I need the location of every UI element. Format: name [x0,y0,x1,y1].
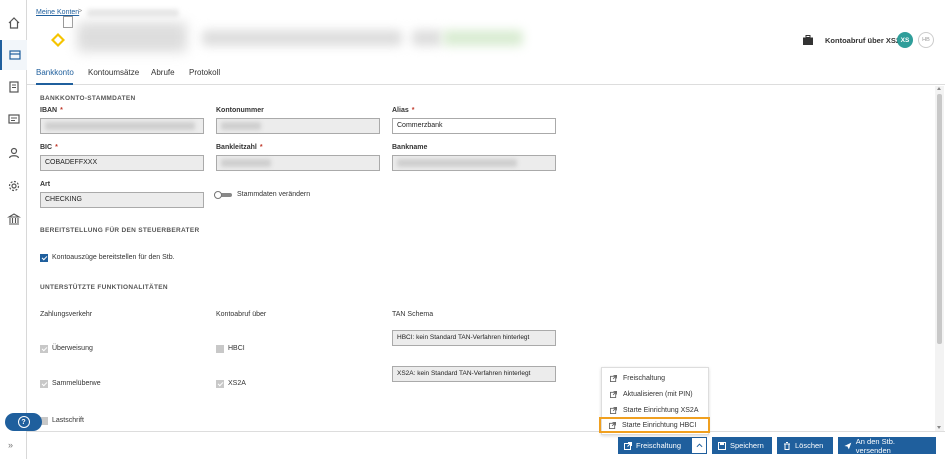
active-tab-indicator [36,83,73,85]
kontonummer-field [216,118,380,134]
kontonummer-label: Kontonummer [216,107,264,114]
tab-kontoumsaetze[interactable]: Kontoumsätze [88,68,139,77]
tan-hbci-field: HBCI: kein Standard TAN-Verfahren hinter… [392,330,556,346]
menu-item-aktualisieren[interactable]: Aktualisieren (mit PIN) [602,386,708,402]
accounts-nav-button[interactable] [0,40,27,70]
action-footer: Freischaltung Speichern Löschen An den S… [27,431,945,459]
home-nav-button[interactable] [0,8,27,38]
xs2a-pill[interactable]: XS [897,32,913,48]
freischaltung-menu-toggle[interactable] [691,437,707,454]
briefcase-icon [803,35,813,45]
hbci-label: HBCI [228,345,245,352]
scroll-thumb[interactable] [937,94,942,344]
xs2a-label: XS2A [228,380,246,387]
tan-xs2a-field: XS2A: kein Standard TAN-Verfahren hinter… [392,366,556,382]
bic-field[interactable]: COBADEFFXXX [40,155,204,171]
overlay-panel [102,376,212,431]
menu-item-einrichtung-hbci[interactable]: Starte Einrichtung HBCI [599,417,710,433]
sammel-checkbox [40,380,48,388]
tab-bar: Bankkonto Kontoumsätze Abrufe Protokoll [27,63,945,85]
save-icon [718,441,726,450]
speichern-button[interactable]: Speichern [712,437,772,454]
section-funktionen-title: UNTERSTÜTZTE FUNKTIONALITÄTEN [40,284,168,291]
transfer-icon [7,114,20,124]
home-icon [8,17,19,29]
kontoabruf-label: Kontoabruf über XS2A [825,36,906,45]
external-link-icon [609,421,616,429]
alias-field[interactable]: Commerzbank [392,118,556,134]
ueberweisung-label: Überweisung [52,345,93,352]
bankname-field [392,155,556,171]
bereitstellen-checkbox[interactable] [40,254,48,262]
menu-item-freischaltung[interactable]: Freischaltung [602,370,708,386]
hbci-pill[interactable]: HB [918,32,934,48]
receipt-icon [8,81,19,93]
help-icon: ? [17,416,30,428]
account-tag-redacted [412,30,442,46]
blz-label: Bankleitzahl * [216,144,263,151]
breadcrumb-separator: > [78,8,83,15]
vertical-scrollbar[interactable] [935,86,944,431]
expand-rail-icon[interactable]: » [8,440,13,450]
breadcrumb-current-redacted [87,9,179,17]
lastschrift-label: Lastschrift [52,417,84,424]
tooltip-box [63,16,73,28]
an-stb-versenden-button[interactable]: An den Stb. versenden [838,437,936,455]
zahlungsverkehr-heading: Zahlungsverkehr [40,311,93,318]
tab-abrufe[interactable]: Abrufe [151,68,175,77]
bank-nav-button[interactable] [0,204,27,234]
tab-protokoll[interactable]: Protokoll [189,68,220,77]
blz-field[interactable] [216,155,380,171]
transfers-nav-button[interactable] [0,104,27,134]
menu-item-einrichtung-xs2a[interactable]: Starte Einrichtung XS2A [602,402,708,418]
contacts-nav-button[interactable] [0,138,27,168]
tan-schema-heading: TAN Schema [392,311,434,318]
main-content: BANKKONTO-STAMMDATEN IBAN * Kontonummer A… [27,86,935,431]
bank-icon [6,213,21,225]
page-header: Meine Konten > Kontoabruf über XS2A XS H… [27,0,945,63]
settings-nav-button[interactable] [0,171,27,201]
hbci-checkbox [216,345,224,353]
art-label: Art [40,181,51,188]
external-link-icon [610,390,617,398]
art-field: CHECKING [40,192,204,208]
stammdaten-toggle[interactable] [214,191,234,199]
account-status-redacted [443,30,523,46]
wallet-icon [8,50,21,60]
account-iban-redacted [202,30,402,46]
loeschen-button[interactable]: Löschen [777,437,833,454]
scroll-up-icon[interactable] [937,87,941,90]
xs2a-checkbox [216,380,224,388]
section-bereitstellung-title: BEREITSTELLUNG FÜR DEN STEUERBERATER [40,227,200,234]
sammel-label: Sammelüberwe [52,380,101,387]
tab-bankkonto[interactable]: Bankkonto [36,68,74,77]
help-button[interactable]: ? [5,413,42,431]
stammdaten-toggle-label: Stammdaten verändern [237,191,311,198]
alias-label: Alias * [392,107,415,114]
scroll-down-icon[interactable] [937,426,941,429]
iban-field[interactable] [40,118,204,134]
bankname-label: Bankname [392,144,428,151]
external-link-icon [624,441,632,450]
external-link-icon [610,374,617,382]
bereitstellen-label: Kontoauszüge bereitstellen für den Stb. [52,254,175,261]
breadcrumb-root[interactable]: Meine Konten [36,9,79,16]
send-icon [844,442,852,449]
bic-label: BIC * [40,144,58,151]
iban-label: IBAN * [40,107,63,114]
chevron-up-icon [696,443,702,448]
external-link-icon [610,406,617,414]
commerzbank-logo [51,33,65,47]
trash-icon [784,441,790,450]
freischaltung-button[interactable]: Freischaltung [618,437,691,454]
documents-nav-button[interactable] [0,72,27,102]
section-stammdaten-title: BANKKONTO-STAMMDATEN [40,95,136,102]
side-rail [0,0,27,459]
kontoabruf-heading: Kontoabruf über [216,311,267,318]
ueberweisung-checkbox [40,345,48,353]
freischaltung-menu: Freischaltung Aktualisieren (mit PIN) St… [599,367,710,435]
gear-icon [8,180,19,192]
account-name-redacted [77,22,187,52]
person-icon [8,147,19,159]
